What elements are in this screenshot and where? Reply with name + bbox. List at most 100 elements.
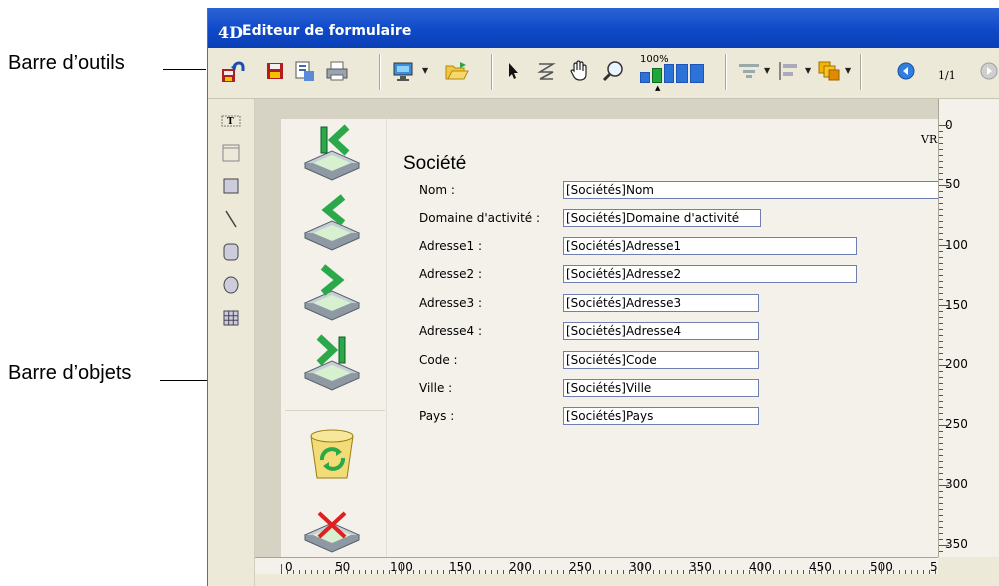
ruler-tick [939,323,943,324]
toolbar-separator [379,54,381,90]
rectangle-tool-icon[interactable] [220,175,242,197]
distribute-dropdown-icon[interactable]: ▼ [805,66,811,75]
ruler-tick [939,215,943,216]
ruler-tick [939,353,943,354]
open-icon[interactable] [444,58,470,84]
align-dropdown-icon[interactable]: ▼ [764,66,770,75]
oval-tool-icon[interactable] [220,274,242,296]
rounded-rect-tool-icon[interactable] [220,241,242,263]
ruler-tick [939,503,943,504]
ruler-tick [939,203,943,204]
ruler-tick [939,527,943,528]
ruler-label: 300 [945,477,968,491]
code-field[interactable]: [Sociétés]Code [563,351,759,369]
ruler-tick [939,383,943,384]
ruler-tick [939,515,943,516]
next-record-icon[interactable] [299,261,365,321]
ruler-tick [939,227,943,228]
ruler-tick [939,269,943,270]
ruler-tick [939,437,943,438]
save-icon[interactable] [262,58,288,84]
ruler-tick [939,413,943,414]
ruler-tick [341,564,342,574]
ruler-tick [521,564,522,574]
ruler-tick [939,395,943,396]
pointer-icon[interactable] [500,58,526,84]
ruler-tick [939,377,943,378]
group-box-icon[interactable] [220,142,242,164]
ruler-tick [939,341,943,342]
align-icon[interactable] [736,58,762,84]
ruler-tick [939,161,943,162]
field-label: Pays : [419,409,455,423]
ruler-tick [401,564,402,574]
layers-icon[interactable] [816,58,842,84]
save-as-icon[interactable] [292,58,318,84]
last-record-icon[interactable] [299,331,365,391]
domaine-field[interactable]: [Sociétés]Domaine d'activité [563,209,761,227]
ruler-tick [939,317,943,318]
ruler-tick [939,533,943,534]
toolbar-separator [725,54,727,90]
zoom-levels-icon[interactable]: 100% ▲ [640,54,718,92]
ruler-tick [641,564,642,574]
line-tool-icon[interactable] [220,208,242,230]
field-label: Adresse2 : [419,267,483,281]
ruler-tick [939,371,943,372]
nom-field[interactable]: [Sociétés]Nom [563,181,939,199]
form-canvas[interactable]: Société VR Nom : [Sociétés]Nom Domaine d… [255,99,939,557]
ruler-tick [939,137,943,138]
first-record-icon[interactable] [299,121,365,181]
title-bar[interactable]: 4D Editeur de formulaire [208,8,999,48]
distribute-icon[interactable] [776,58,802,84]
cancel-icon[interactable] [299,493,365,553]
field-label: Adresse3 : [419,296,483,310]
ruler-tick [939,497,943,498]
ville-field[interactable]: [Sociétés]Ville [563,379,759,397]
previous-record-icon[interactable] [299,191,365,251]
ruler-tick [939,467,943,468]
vr-marker: VR [921,133,938,146]
next-page-icon[interactable] [976,58,999,84]
ruler-tick [939,485,949,486]
ruler-tick [939,257,943,258]
ruler-tick [939,281,943,282]
hand-icon[interactable] [567,58,593,84]
tab-order-icon[interactable] [533,58,559,84]
zoom-icon[interactable] [601,58,627,84]
grid-tool-icon[interactable] [220,307,242,329]
print-icon[interactable] [324,58,350,84]
ruler-tick [939,455,943,456]
ruler-label: 250 [945,417,968,431]
ruler-label: 350 [945,537,968,551]
display-dropdown-icon[interactable]: ▼ [422,66,428,75]
adresse2-field[interactable]: [Sociétés]Adresse2 [563,265,857,283]
ruler-tick [939,179,943,180]
field-label: Domaine d'activité : [419,211,541,225]
ruler-tick [939,239,943,240]
field-label: Adresse1 : [419,239,483,253]
ruler-tick [939,299,943,300]
pays-field[interactable]: [Sociétés]Pays [563,407,759,425]
adresse3-field[interactable]: [Sociétés]Adresse3 [563,294,759,312]
ruler-tick [939,221,943,222]
delete-record-icon[interactable] [299,424,365,484]
text-tool-icon[interactable]: T [220,110,242,132]
object-bar: T [208,99,255,586]
toolbar-separator [860,54,862,90]
layers-dropdown-icon[interactable]: ▼ [845,66,851,75]
ruler-tick [821,564,822,574]
ruler-tick [939,167,943,168]
adresse1-field[interactable]: [Sociétés]Adresse1 [563,237,857,255]
ruler-tick [939,293,943,294]
ruler-tick [939,539,943,540]
ruler-tick [761,564,762,574]
previous-page-icon[interactable] [893,58,919,84]
undo-icon[interactable] [220,58,246,84]
ruler-tick [939,233,943,234]
display-icon[interactable] [390,58,416,84]
ruler-tick [939,425,949,426]
window-title: Editeur de formulaire [242,23,412,39]
form-editor-window: 4D Editeur de formulaire ▼ 100% ▲ ▼ ▼ ▼ … [207,8,999,586]
adresse4-field[interactable]: [Sociétés]Adresse4 [563,322,759,340]
